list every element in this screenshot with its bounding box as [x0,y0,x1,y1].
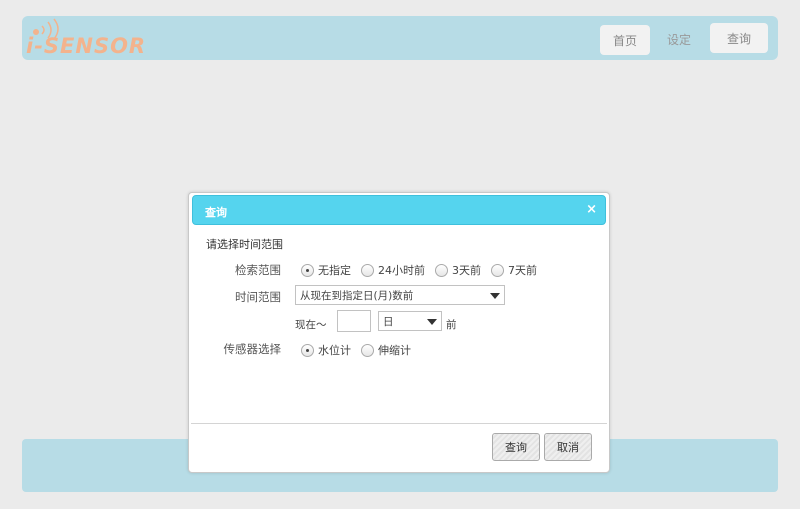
radio-button[interactable] [361,343,374,357]
nav-query-button[interactable]: 查询 [710,23,768,53]
now-prefix-text: 现在～ [295,319,327,331]
nav-home-button[interactable]: 首页 [600,25,650,55]
logo-text: i-SENSOR [26,34,147,58]
radio-label: 无指定 [318,264,351,277]
radio-3days[interactable]: 3天前 [435,262,481,278]
suffix-text: 前 [446,319,457,331]
dialog-divider [191,423,607,424]
radio-label: 3天前 [452,264,481,277]
time-count-input[interactable] [337,310,371,332]
time-range-select-value: 从现在到指定日(月)数前 [300,289,414,302]
section-title: 请选择时间范围 [206,238,283,251]
nav-settings-button[interactable]: 设定 [657,24,701,54]
radio-water-level[interactable]: 水位计 [301,342,351,358]
time-range-select[interactable]: 从现在到指定日(月)数前 [295,285,505,305]
dialog-title: 查询 [205,206,227,219]
radio-button[interactable] [435,263,448,277]
chevron-down-icon [490,293,500,299]
search-range-label: 检索范围 [235,263,281,277]
radio-24h[interactable]: 24小时前 [361,262,425,278]
radio-button-checked[interactable] [301,263,314,277]
time-range-label: 时间范围 [235,290,281,304]
radio-no-spec[interactable]: 无指定 [301,262,351,278]
radio-button[interactable] [491,263,504,277]
sensor-radio-group: 水位计 伸缩计 [301,342,421,358]
query-dialog: 查询 × 请选择时间范围 检索范围 无指定 24小时前 3天前 7天前 时间范围… [188,192,610,473]
sensor-select-label: 传感器选择 [223,342,282,356]
radio-button-checked[interactable] [301,343,314,357]
radio-label: 水位计 [318,344,351,357]
cancel-button[interactable]: 取消 [544,433,592,461]
radio-button[interactable] [361,263,374,277]
search-range-radio-group: 无指定 24小时前 3天前 7天前 [301,262,547,278]
close-icon[interactable]: × [586,202,597,217]
radio-label: 伸缩计 [378,344,411,357]
radio-label: 24小时前 [378,264,425,277]
logo: i-SENSOR [22,14,162,58]
chevron-down-icon [427,319,437,325]
dialog-titlebar[interactable]: 查询 × [192,195,606,225]
radio-7days[interactable]: 7天前 [491,262,537,278]
top-header: i-SENSOR 首页 设定 查询 [22,16,778,60]
time-unit-select-value: 日 [383,315,394,328]
time-unit-select[interactable]: 日 [378,311,442,331]
radio-label: 7天前 [508,264,537,277]
search-button[interactable]: 查询 [492,433,540,461]
radio-extensometer[interactable]: 伸缩计 [361,342,411,358]
